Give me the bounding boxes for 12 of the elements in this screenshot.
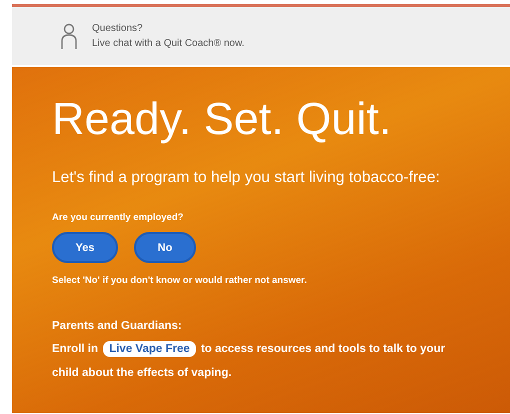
enroll-paragraph: Enroll in Live Vape Free to access resources and tools to talk to your child about the effects of vaping. bbox=[52, 340, 446, 381]
answer-button[interactable]: No bbox=[134, 232, 196, 263]
person-icon bbox=[60, 22, 78, 50]
program-link[interactable]: Live Vape Free bbox=[103, 341, 196, 357]
hero-title: Ready. Set. Quit. bbox=[52, 93, 392, 145]
question-label: Are you currently employed? bbox=[52, 212, 184, 223]
help-title: Questions? bbox=[92, 23, 144, 34]
section-heading: Parents and Guardians: bbox=[52, 320, 182, 332]
hero-subtitle: Let's find a program to help you start living tobacco-free: bbox=[52, 169, 440, 187]
answer-button[interactable]: Yes bbox=[52, 232, 118, 263]
question-note: Select 'No' if you don't know or would rather not answer. bbox=[52, 275, 307, 286]
live-chat-link[interactable]: Live chat with a Quit Coach® now. bbox=[92, 38, 244, 49]
